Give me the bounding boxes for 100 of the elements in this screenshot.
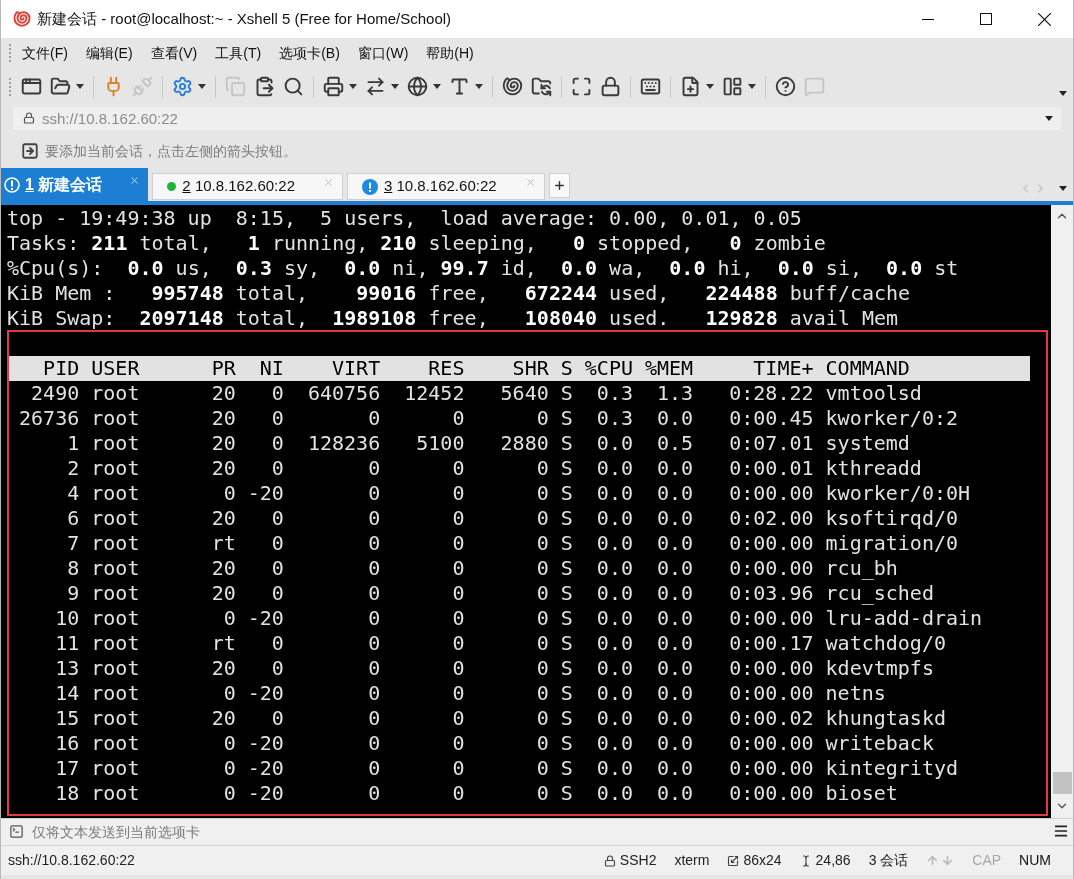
table-cell-text: 0 xyxy=(535,731,549,756)
new-tab-button[interactable] xyxy=(548,173,570,198)
caret-icon[interactable] xyxy=(748,84,756,89)
close-icon[interactable] xyxy=(1037,12,1051,26)
help-icon[interactable] xyxy=(775,76,796,97)
table-cell-text: 0 xyxy=(270,456,284,481)
caret-icon[interactable] xyxy=(1059,186,1067,191)
type-icon[interactable] xyxy=(449,76,470,97)
globe-icon[interactable] xyxy=(407,76,428,97)
menu-item[interactable]: 编辑(E) xyxy=(85,42,133,64)
tab[interactable]: 3 10.8.162.60:22 xyxy=(346,173,545,200)
menu-icon[interactable] xyxy=(1053,823,1069,839)
minimize-icon[interactable] xyxy=(922,18,934,20)
table-cell-text: 0 xyxy=(367,481,381,506)
table-cell-text: 0.0 xyxy=(656,531,694,556)
table-cell-text: 0.0 xyxy=(656,606,694,631)
table-cell: S xyxy=(560,606,573,631)
plus-icon[interactable] xyxy=(552,179,566,192)
scrollbar[interactable] xyxy=(1051,205,1073,818)
table-cell-text: 0 xyxy=(367,531,381,556)
settings-icon[interactable] xyxy=(172,76,193,97)
menu-item[interactable]: 选项卡(B) xyxy=(279,42,340,64)
arrows-icon[interactable] xyxy=(365,76,386,97)
table-cell-text: 0 xyxy=(367,556,381,581)
caret-icon[interactable] xyxy=(1059,91,1067,96)
table-cell-text: 0 xyxy=(222,756,236,781)
table-cell-text: 0 xyxy=(451,406,465,431)
table-cell: writeback xyxy=(825,731,934,756)
table-cell-text: 0 xyxy=(451,456,465,481)
caret-icon[interactable] xyxy=(349,84,357,89)
table-cell-text: 0:00.00 xyxy=(728,531,814,556)
window-icon[interactable] xyxy=(21,76,42,97)
table-cell-text: 1 xyxy=(66,431,80,456)
scrollbar-thumb[interactable] xyxy=(1052,772,1072,794)
table-cell: kdevtmpfs xyxy=(825,656,934,681)
table-cell-text: 0 xyxy=(222,731,236,756)
fullscreen-icon[interactable] xyxy=(571,76,592,97)
layout-icon[interactable] xyxy=(722,76,743,97)
terminal-line: %Cpu(s): 0.0 us, 0.3 sy, 0.0 ni, 99.7 id, 0.0 wa, 0.0 hi, 0.0 si, 0.0 st xyxy=(7,256,959,281)
lock-icon[interactable] xyxy=(600,76,621,97)
table-cell: S xyxy=(560,656,573,681)
caret-icon[interactable] xyxy=(198,84,206,89)
table-cell-text: 0 xyxy=(222,606,236,631)
table-cell-text: 0:00.00 xyxy=(728,606,814,631)
table-cell-text: 0.0 xyxy=(595,731,633,756)
table-cell-text: 0 xyxy=(535,581,549,606)
table-cell-text: 0.0 xyxy=(656,406,694,431)
table-cell-text: 0 xyxy=(535,456,549,481)
table-cell-text: root xyxy=(91,731,141,756)
caret-icon[interactable] xyxy=(706,84,714,89)
table-cell-text: 0 xyxy=(535,756,549,781)
caret-icon[interactable] xyxy=(391,84,399,89)
maximize-icon[interactable] xyxy=(980,13,992,25)
table-cell-text: 0 xyxy=(367,506,381,531)
caret-icon[interactable] xyxy=(1045,116,1053,121)
table-cell-text: 0 xyxy=(451,506,465,531)
folder-icon[interactable] xyxy=(50,76,71,97)
keyboard-icon[interactable] xyxy=(640,76,661,97)
status-text: SSH2 xyxy=(619,851,657,870)
menu-item[interactable]: 窗口(W) xyxy=(357,42,409,64)
table-cell-text: root xyxy=(91,656,141,681)
table-cell-text: 0.0 xyxy=(595,581,633,606)
table-cell-text: 0 xyxy=(270,406,284,431)
table-cell-text: 0 xyxy=(535,681,549,706)
table-cell-text: 0 xyxy=(535,606,549,631)
table-cell-text: 0.0 xyxy=(656,781,694,806)
table-cell-text: 0:00.00 xyxy=(728,556,814,581)
folder-sync-icon[interactable] xyxy=(531,76,552,97)
caret-icon[interactable] xyxy=(475,84,483,89)
printer-icon[interactable] xyxy=(323,76,344,97)
table-cell-text: 0:00.02 xyxy=(728,706,814,731)
menu-item[interactable]: 文件(F) xyxy=(22,42,68,64)
menu-item[interactable]: 查看(V) xyxy=(150,42,198,64)
caret-icon[interactable] xyxy=(433,84,441,89)
terminal-line: KiB Mem : 995748 total, 99016 free, 672244 used, 224488 buff/cache xyxy=(7,281,911,306)
compose-field[interactable]: 仅将文本发送到当前选项卡 xyxy=(1,819,1073,845)
table-cell-text: 0 xyxy=(535,406,549,431)
table-cell-text: root xyxy=(91,756,141,781)
table-cell-text: 0.0 xyxy=(656,556,694,581)
caret-icon[interactable] xyxy=(76,84,84,89)
table-cell-text: 0:28.22 xyxy=(728,381,814,406)
search-icon[interactable] xyxy=(283,76,304,97)
tab[interactable]: 1 新建会话 xyxy=(1,168,149,201)
status-text: 86x24 xyxy=(743,851,782,870)
table-cell-text: 2490 xyxy=(30,381,80,406)
table-cell-text: 0 xyxy=(367,606,381,631)
table-cell-text: 0 xyxy=(270,506,284,531)
terminal-icon[interactable] xyxy=(9,824,24,839)
tab[interactable]: 2 10.8.162.60:22 xyxy=(152,173,343,200)
status-text: 3 会话 xyxy=(868,851,909,870)
shell-icon[interactable] xyxy=(502,76,523,97)
menu-item[interactable]: 工具(T) xyxy=(215,42,262,64)
terminal-line: KiB Swap: 2097148 total, 1989108 free, 108040 used. 129828 avail Mem xyxy=(7,306,899,331)
file-plus-icon[interactable] xyxy=(680,76,701,97)
table-cell-text: 0:00.00 xyxy=(728,781,814,806)
table-cell: -20 xyxy=(247,481,284,506)
paste-icon[interactable] xyxy=(254,76,275,97)
column-header: S xyxy=(560,356,573,381)
menu-item[interactable]: 帮助(H) xyxy=(426,42,474,64)
table-cell: kworker/0:0H xyxy=(825,481,971,506)
